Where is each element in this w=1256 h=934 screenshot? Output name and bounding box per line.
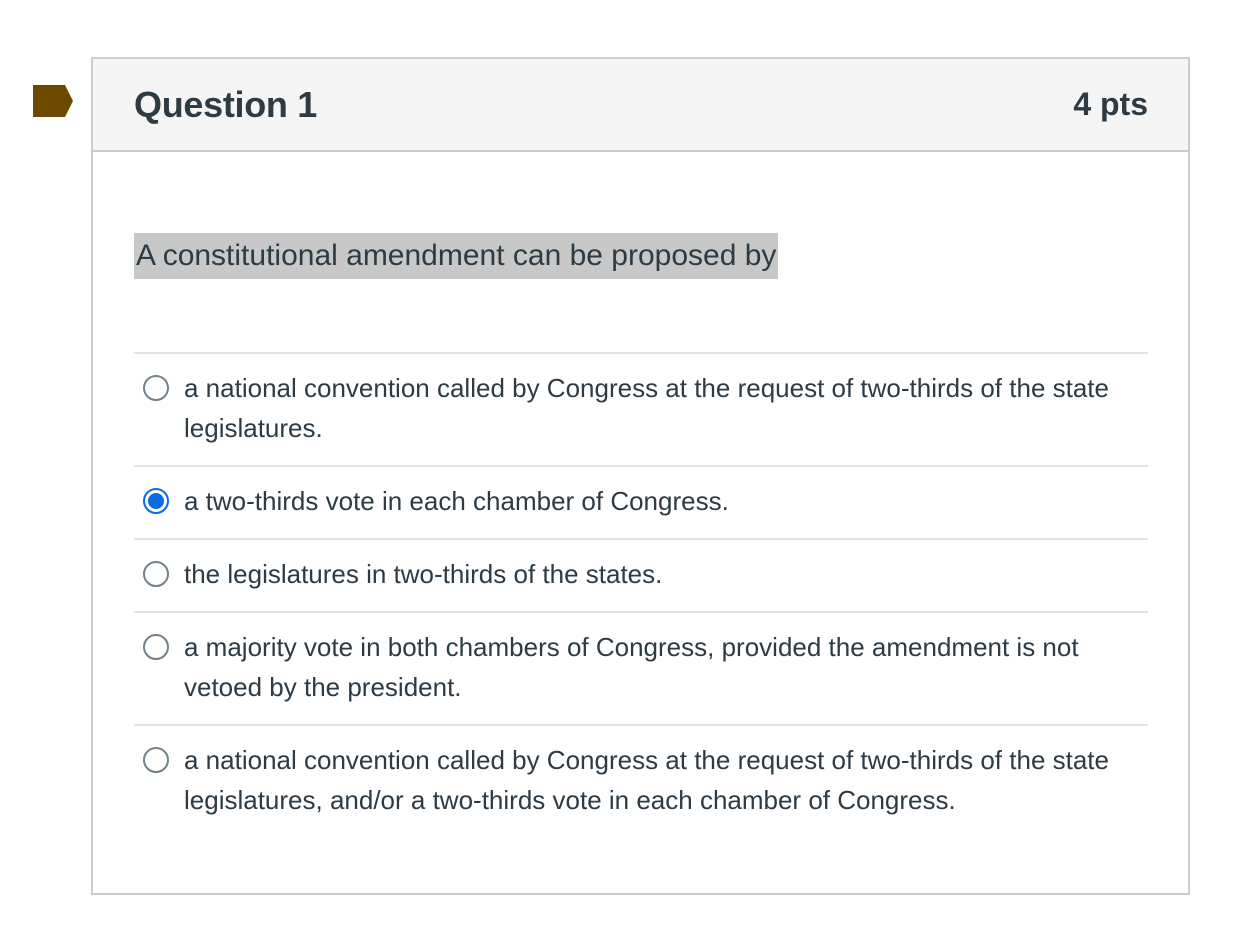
answer-label: a national convention called by Congress… (184, 745, 1109, 815)
radio-button[interactable] (143, 561, 169, 587)
radio-button[interactable] (143, 747, 169, 773)
radio-button[interactable] (143, 634, 169, 660)
answer-label: a majority vote in both chambers of Cong… (184, 632, 1079, 702)
answer-label: a two-thirds vote in each chamber of Con… (184, 486, 729, 516)
question-header: Question 1 4 pts (93, 59, 1188, 152)
radio-button[interactable] (143, 375, 169, 401)
answer-option-4[interactable]: a majority vote in both chambers of Cong… (134, 613, 1148, 726)
radio-button[interactable] (143, 488, 169, 514)
answer-label: the legislatures in two-thirds of the st… (184, 559, 663, 589)
answer-option-2[interactable]: a two-thirds vote in each chamber of Con… (134, 467, 1148, 540)
question-card: Question 1 4 pts A constitutional amendm… (91, 57, 1190, 895)
answer-list: a national convention called by Congress… (134, 352, 1148, 837)
answer-label: a national convention called by Congress… (184, 373, 1109, 443)
answer-option-5[interactable]: a national convention called by Congress… (134, 726, 1148, 837)
question-body: A constitutional amendment can be propos… (93, 152, 1188, 837)
question-points: 4 pts (1073, 86, 1148, 122)
bookmark-flag-icon[interactable] (33, 85, 73, 117)
answer-option-3[interactable]: the legislatures in two-thirds of the st… (134, 540, 1148, 613)
question-title: Question 1 (134, 83, 318, 125)
question-text: A constitutional amendment can be propos… (134, 233, 779, 279)
answer-option-1[interactable]: a national convention called by Congress… (134, 354, 1148, 467)
bookmark-flag-shape (33, 85, 73, 117)
